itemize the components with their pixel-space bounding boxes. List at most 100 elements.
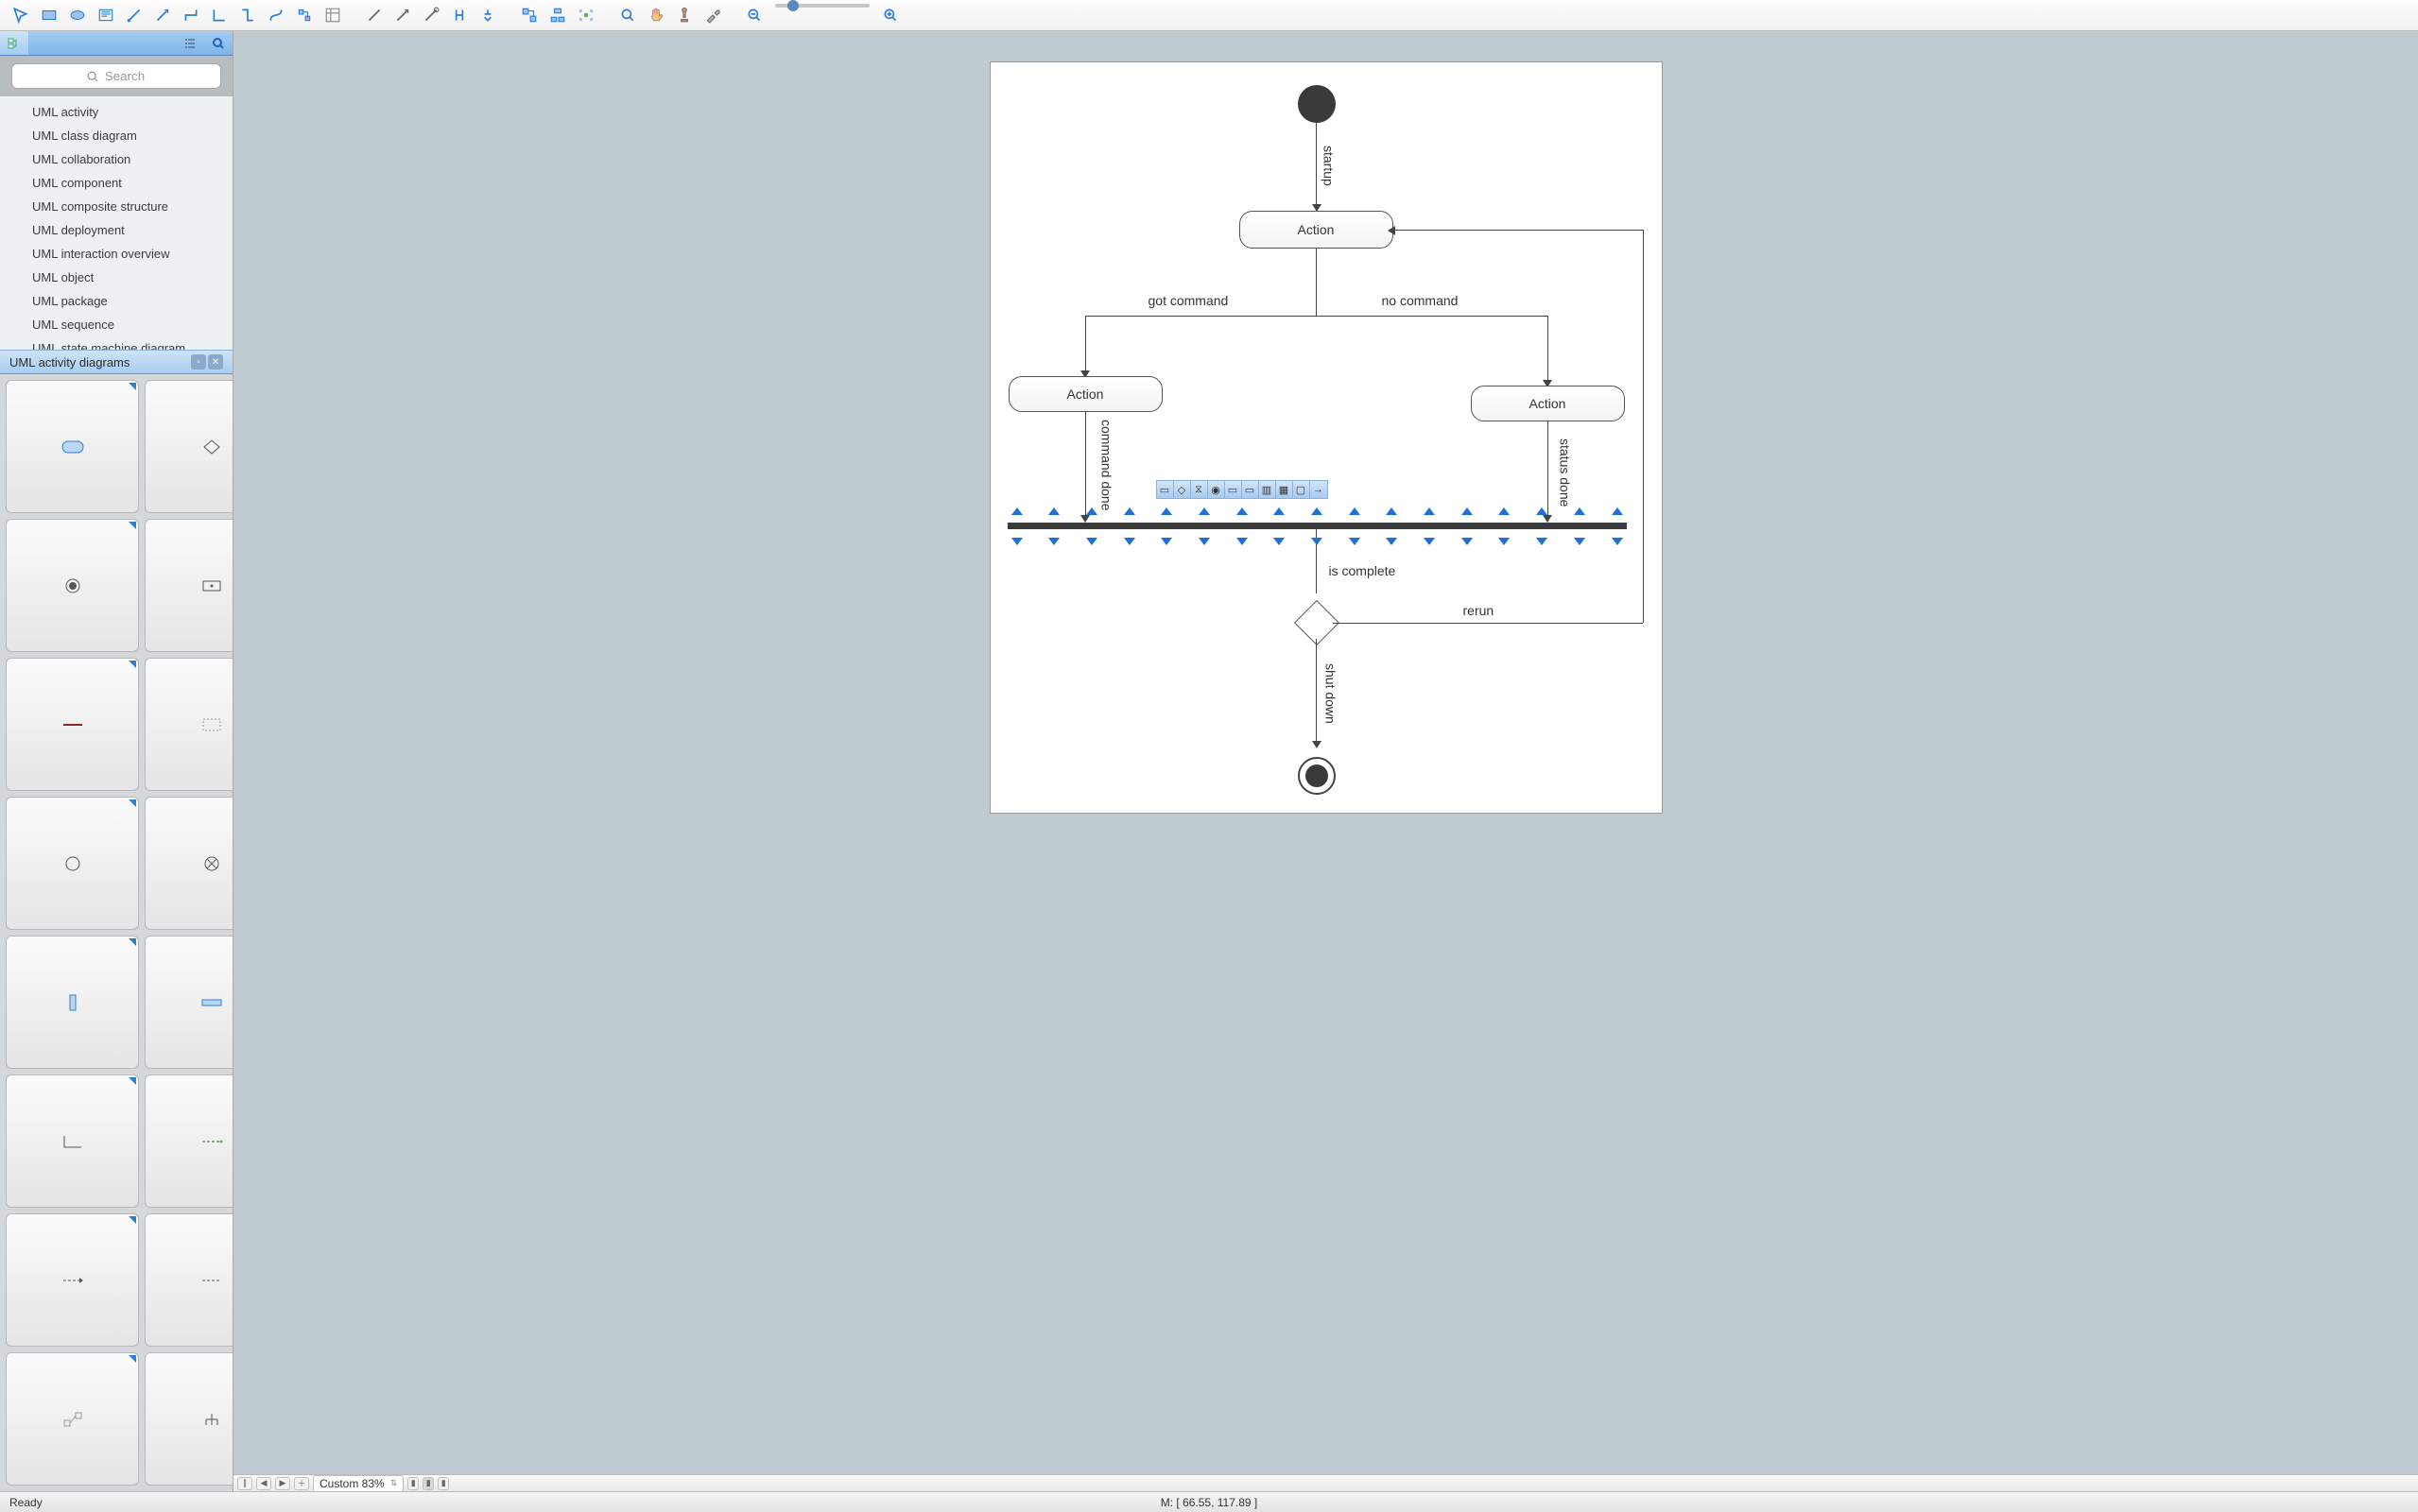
layout-tool-2[interactable] <box>544 4 571 26</box>
view-mode-3[interactable]: ▮ <box>438 1477 449 1490</box>
selection-handle-icon[interactable] <box>1349 538 1360 545</box>
panel-save-icon[interactable]: ▫ <box>191 354 206 369</box>
shape-conn-dashed[interactable] <box>145 1074 233 1208</box>
shape-sync-h[interactable] <box>6 658 139 791</box>
search-input[interactable] <box>11 63 221 89</box>
lib-item[interactable]: UML class diagram <box>0 124 233 147</box>
selection-handle-icon[interactable] <box>1161 538 1172 545</box>
shape-flowfinal[interactable] <box>6 797 139 930</box>
lib-item[interactable]: UML component <box>0 171 233 195</box>
ctx-hourglass-icon[interactable]: ⧖ <box>1191 481 1208 498</box>
pan-tool[interactable] <box>643 4 669 26</box>
selection-handle-icon[interactable] <box>1311 538 1322 545</box>
shape-flowfinal-x[interactable] <box>145 797 233 930</box>
node-action-2[interactable]: Action <box>1009 376 1163 412</box>
selection-handle-icon[interactable] <box>1498 507 1510 515</box>
view-mode-2[interactable]: ▮ <box>423 1477 434 1490</box>
lib-item[interactable]: UML collaboration <box>0 147 233 171</box>
edge[interactable] <box>1085 316 1548 317</box>
selection-handle-icon[interactable] <box>1199 538 1210 545</box>
ctx-arrow-icon[interactable]: → <box>1310 481 1327 498</box>
selection-handle-icon[interactable] <box>1574 538 1585 545</box>
tab-listview[interactable] <box>176 31 204 55</box>
selection-handle-icon[interactable] <box>1574 507 1585 515</box>
page-pause[interactable]: ∥ <box>237 1477 252 1490</box>
selection-handle-icon[interactable] <box>1349 507 1360 515</box>
connector-tool-2[interactable] <box>149 4 176 26</box>
shape-conn-elbow[interactable] <box>6 1074 139 1208</box>
selection-handle-icon[interactable] <box>1424 507 1435 515</box>
layout-tool-1[interactable] <box>516 4 543 26</box>
stamp-tool[interactable] <box>671 4 698 26</box>
node-initial[interactable] <box>1298 85 1336 123</box>
selection-handle-icon[interactable] <box>1124 507 1135 515</box>
text-tool[interactable] <box>93 4 119 26</box>
node-action-1[interactable]: Action <box>1239 211 1393 249</box>
line-style-5[interactable] <box>475 4 501 26</box>
lib-item[interactable]: UML activity <box>0 100 233 124</box>
ctx-decision-icon[interactable]: ◇ <box>1174 481 1191 498</box>
shape-swim-v[interactable] <box>6 936 139 1069</box>
shape-conn-dash2[interactable] <box>6 1213 139 1347</box>
selection-handle-icon[interactable] <box>1273 538 1285 545</box>
context-shape-popup[interactable]: ▭ ◇ ⧖ ◉ ▭ ▭ ▥ ▦ ▢ → <box>1156 480 1328 499</box>
selection-handle-icon[interactable] <box>1273 507 1285 515</box>
view-mode-1[interactable]: ▮ <box>407 1477 419 1490</box>
edge[interactable] <box>1393 230 1643 231</box>
lib-item[interactable]: UML package <box>0 289 233 313</box>
zoom-select[interactable]: Custom 83%⇅ <box>313 1475 404 1492</box>
selection-handle-icon[interactable] <box>1311 507 1322 515</box>
line-style-3[interactable] <box>418 4 444 26</box>
edge[interactable] <box>1547 316 1548 386</box>
shape-region-dashed[interactable] <box>145 658 233 791</box>
diagram-page[interactable]: startup Action got command no command <box>990 61 1663 814</box>
zoom-slider[interactable] <box>775 4 870 8</box>
canvas-scroll[interactable]: startup Action got command no command <box>233 31 2418 1474</box>
shape-link[interactable] <box>6 1352 139 1486</box>
edge[interactable] <box>1085 316 1086 376</box>
connector-tool-3[interactable] <box>178 4 204 26</box>
ctx-rect-icon[interactable]: ▭ <box>1225 481 1242 498</box>
node-action-3[interactable]: Action <box>1471 386 1625 421</box>
connector-tool-6[interactable] <box>263 4 289 26</box>
tab-search[interactable] <box>204 31 233 55</box>
eyedropper-tool[interactable] <box>699 4 726 26</box>
shape-decision[interactable] <box>145 380 233 513</box>
selection-handle-icon[interactable] <box>1461 507 1473 515</box>
shape-rake[interactable] <box>145 1352 233 1486</box>
edge[interactable] <box>1643 230 1644 623</box>
ctx-frame-icon[interactable]: ▢ <box>1293 481 1310 498</box>
cursor-tool[interactable] <box>8 4 34 26</box>
selection-handle-icon[interactable] <box>1124 538 1135 545</box>
shape-conn-dash3[interactable] <box>145 1213 233 1347</box>
ctx-final-icon[interactable]: ◉ <box>1208 481 1225 498</box>
selection-handle-icon[interactable] <box>1086 507 1097 515</box>
selection-handle-icon[interactable] <box>1612 507 1623 515</box>
selection-handle-icon[interactable] <box>1161 507 1172 515</box>
selection-handle-icon[interactable] <box>1236 507 1248 515</box>
zoom-out[interactable] <box>741 4 768 26</box>
edge[interactable] <box>1316 249 1317 317</box>
selection-handle-icon[interactable] <box>1386 507 1397 515</box>
shape-swim-h[interactable] <box>145 936 233 1069</box>
shape-object[interactable] <box>145 519 233 652</box>
connector-tool-1[interactable] <box>121 4 147 26</box>
edge[interactable] <box>1316 123 1317 210</box>
selection-handle-icon[interactable] <box>1048 538 1060 545</box>
node-sync-bar[interactable] <box>1008 523 1627 529</box>
ellipse-tool[interactable] <box>64 4 91 26</box>
panel-close-icon[interactable]: ✕ <box>208 354 223 369</box>
layout-tool-3[interactable] <box>573 4 599 26</box>
selection-handle-icon[interactable] <box>1011 538 1023 545</box>
lib-item[interactable]: UML object <box>0 266 233 289</box>
lib-item[interactable]: UML composite structure <box>0 195 233 218</box>
selection-handle-icon[interactable] <box>1536 507 1547 515</box>
edge[interactable] <box>1333 623 1643 624</box>
lib-item[interactable]: UML interaction overview <box>0 242 233 266</box>
lib-item[interactable]: UML state machine diagram <box>0 336 233 350</box>
line-style-4[interactable] <box>446 4 473 26</box>
selection-handle-icon[interactable] <box>1011 507 1023 515</box>
ctx-rect2-icon[interactable]: ▭ <box>1242 481 1259 498</box>
shape-final[interactable] <box>6 519 139 652</box>
selection-handle-icon[interactable] <box>1386 538 1397 545</box>
